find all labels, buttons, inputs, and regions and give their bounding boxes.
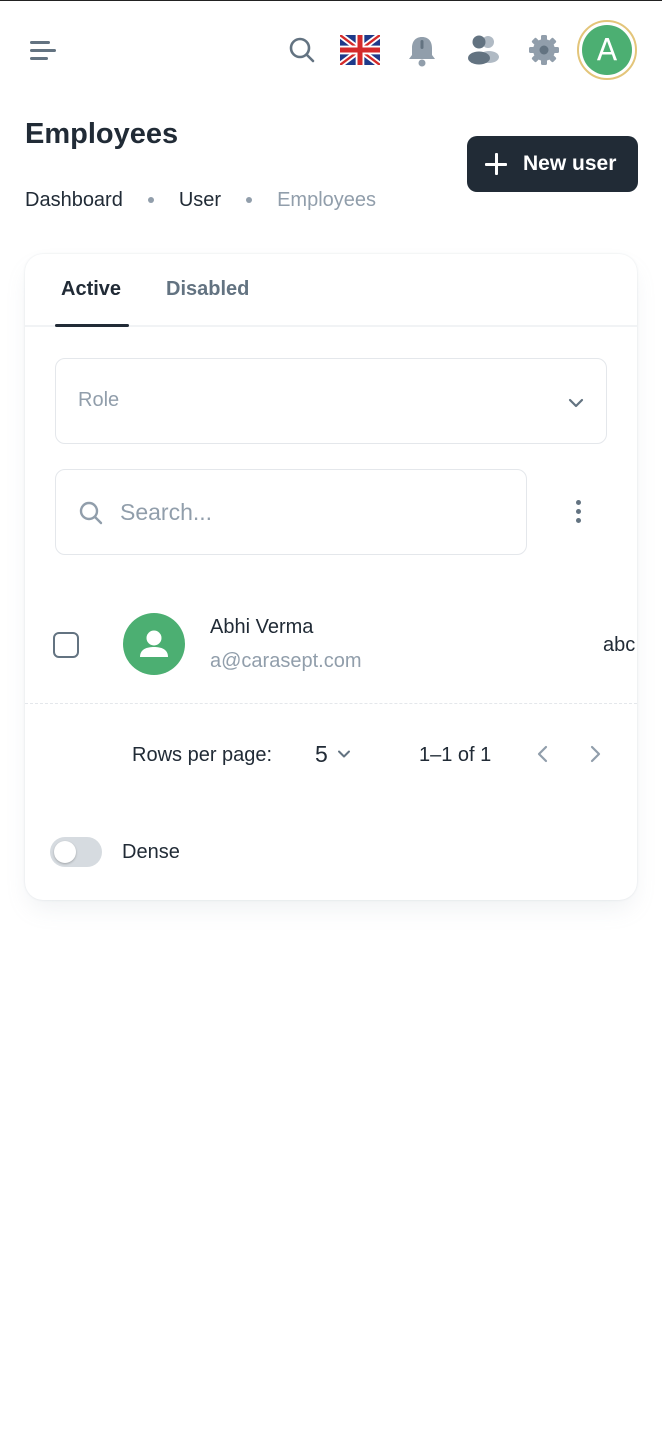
user-extra-cell: abc [603,634,636,656]
role-select[interactable]: Role [55,358,607,444]
rows-per-page-label: Rows per page: [132,744,273,766]
table-row[interactable]: Abhi Verma a@carasept.com abc [25,594,637,704]
rows-per-page-select[interactable]: 5 [315,738,352,770]
avatar-initial: A [582,25,632,75]
pagination: Rows per page: 5 1–1 of 1 [25,724,637,784]
chevron-right-icon[interactable] [583,742,607,766]
new-user-label: New user [523,152,617,175]
page-title: Employees [25,118,179,150]
account-avatar[interactable]: A [577,20,637,80]
contacts-icon[interactable] [464,32,502,68]
person-icon [140,630,168,657]
uk-flag-icon[interactable] [338,32,382,68]
menu-icon[interactable] [26,34,60,68]
switch-knob [54,841,76,863]
user-avatar [123,613,185,675]
search-field[interactable] [55,469,527,555]
status-tabs: Active Disabled [25,254,637,327]
user-name: Abhi Verma [210,616,314,638]
row-checkbox[interactable] [53,632,79,658]
search-input[interactable] [120,492,510,532]
chevron-left-icon[interactable] [531,742,555,766]
chevron-down-icon [568,398,584,408]
breadcrumb-separator [147,197,154,203]
page-range: 1–1 of 1 [419,744,492,766]
bell-icon[interactable] [404,32,440,68]
employees-card: Active Disabled Role Abhi Verma a@carase… [25,254,637,900]
more-options-icon[interactable] [565,497,593,527]
tab-disabled[interactable]: Disabled [166,278,249,301]
breadcrumb-employees: Employees [277,188,377,211]
dense-toggle-row: Dense [50,834,180,870]
dense-switch[interactable] [50,837,102,867]
chevron-down-icon [337,750,350,758]
dense-label: Dense [122,840,180,863]
breadcrumb: Dashboard User Employees [25,186,376,214]
breadcrumb-user[interactable]: User [179,189,221,212]
breadcrumb-separator [246,197,253,203]
new-user-button[interactable]: New user [467,136,638,192]
plus-icon [483,151,509,177]
tab-active[interactable]: Active [61,278,121,301]
top-header: A [0,0,662,100]
role-placeholder: Role [78,389,120,411]
search-icon [79,501,103,525]
rows-per-page-value: 5 [315,740,328,767]
user-email: a@carasept.com [210,650,362,672]
tab-indicator [55,324,129,327]
gear-icon[interactable] [526,32,562,68]
search-icon[interactable] [285,33,319,67]
breadcrumb-dashboard[interactable]: Dashboard [25,189,123,212]
